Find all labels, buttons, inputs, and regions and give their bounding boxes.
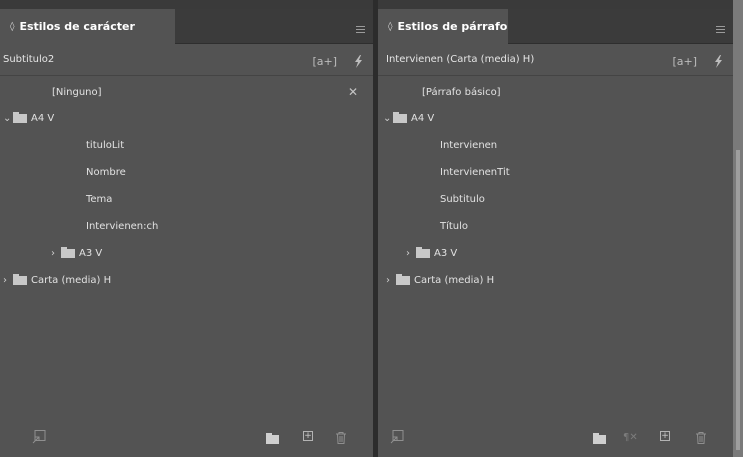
workspace-edge: [733, 0, 743, 457]
group-label: A3 V: [434, 247, 458, 259]
character-styles-panel: ◊ Estilos de carácter Subtitulo2 [a+] [N…: [0, 0, 373, 457]
clear-overrides-icon[interactable]: ¶✕: [623, 432, 638, 443]
style-group-a3[interactable]: › A3 V: [378, 240, 733, 266]
expand-chevron-icon[interactable]: ›: [386, 275, 396, 286]
folder-icon: [396, 273, 410, 285]
new-folder-icon[interactable]: [266, 433, 279, 444]
bolt-icon[interactable]: [353, 55, 364, 68]
folder-icon: [416, 246, 430, 258]
style-item-label: Nombre: [86, 166, 126, 178]
style-item-label: Intervienen: [440, 139, 498, 151]
tab-label: Estilos de párrafo: [397, 20, 508, 33]
bolt-icon[interactable]: [713, 55, 724, 68]
folder-icon: [13, 273, 27, 285]
style-group-carta[interactable]: › Carta (media) H: [378, 267, 733, 293]
eraser-icon[interactable]: ✕: [348, 85, 358, 99]
trash-icon[interactable]: [336, 432, 346, 444]
style-item[interactable]: IntervienenTit: [378, 159, 733, 185]
expand-chevron-icon[interactable]: ›: [3, 275, 13, 286]
style-item[interactable]: Subtitulo: [378, 186, 733, 212]
group-label: A3 V: [79, 247, 103, 259]
style-item-label: [Ninguno]: [52, 86, 102, 98]
folder-icon: [61, 246, 75, 258]
folder-icon: [13, 111, 27, 123]
group-label: Carta (media) H: [31, 274, 112, 286]
panel-top-strip: [378, 0, 733, 9]
style-item-label: Tema: [86, 193, 113, 205]
new-style-icon[interactable]: +: [303, 431, 313, 441]
expand-chevron-icon[interactable]: ⌄: [3, 113, 13, 124]
style-item-label: Intervienen:ch: [86, 220, 159, 232]
panel-menu-icon[interactable]: [356, 29, 365, 30]
style-header: Subtitulo2 [a+]: [0, 44, 373, 76]
panel-top-strip: [0, 0, 373, 9]
tab-chevron-icon[interactable]: ◊: [10, 22, 14, 32]
tab-label: Estilos de carácter: [19, 20, 135, 33]
new-style-group-button[interactable]: [a+]: [672, 55, 697, 68]
style-item[interactable]: Intervienen: [378, 132, 733, 158]
paragraph-styles-panel: ◊ Estilos de párrafo Intervienen (Carta …: [378, 0, 733, 457]
tab-bar: ◊ Estilos de carácter: [0, 9, 373, 44]
expand-chevron-icon[interactable]: ⌄: [383, 113, 393, 124]
trash-icon[interactable]: [696, 432, 706, 444]
new-style-icon[interactable]: +: [660, 431, 670, 441]
style-item-label: IntervienenTit: [440, 166, 510, 178]
tab-paragraph-styles[interactable]: ◊ Estilos de párrafo: [378, 9, 508, 44]
style-item-basic-paragraph[interactable]: [Párrafo básico]: [378, 79, 733, 105]
panel-menu-icon[interactable]: [716, 29, 725, 30]
style-group-a3[interactable]: › A3 V: [0, 240, 373, 266]
style-item-label: [Párrafo básico]: [422, 86, 501, 98]
style-item[interactable]: Título: [378, 213, 733, 239]
style-header: Intervienen (Carta (media) H) [a+]: [378, 44, 733, 76]
tab-bar: ◊ Estilos de párrafo: [378, 9, 733, 44]
style-item[interactable]: Tema: [0, 186, 373, 212]
style-group-a4[interactable]: ⌄ A4 V: [0, 105, 373, 131]
load-styles-icon[interactable]: [32, 430, 46, 444]
tab-character-styles[interactable]: ◊ Estilos de carácter: [0, 9, 175, 44]
group-label: A4 V: [411, 112, 435, 124]
style-group-carta[interactable]: › Carta (media) H: [0, 267, 373, 293]
expand-chevron-icon[interactable]: ›: [51, 248, 61, 259]
new-folder-icon[interactable]: [593, 433, 606, 444]
tab-chevron-icon[interactable]: ◊: [388, 22, 392, 32]
style-item-label: tituloLit: [86, 139, 125, 151]
panel-bottom-toolbar: ¶✕ +: [378, 423, 733, 453]
style-item-label: Título: [440, 220, 469, 232]
expand-chevron-icon[interactable]: ›: [406, 248, 416, 259]
style-item-label: Subtitulo: [440, 193, 485, 205]
panel-bottom-toolbar: +: [0, 423, 373, 453]
style-item-none[interactable]: [Ninguno] ✕: [0, 79, 373, 105]
load-styles-icon[interactable]: [390, 430, 404, 444]
style-item[interactable]: tituloLit: [0, 132, 373, 158]
new-style-group-button[interactable]: [a+]: [312, 55, 337, 68]
folder-icon: [393, 111, 407, 123]
group-label: A4 V: [31, 112, 55, 124]
group-label: Carta (media) H: [414, 274, 495, 286]
style-group-a4[interactable]: ⌄ A4 V: [378, 105, 733, 131]
style-item[interactable]: Intervienen:ch: [0, 213, 373, 239]
style-item[interactable]: Nombre: [0, 159, 373, 185]
